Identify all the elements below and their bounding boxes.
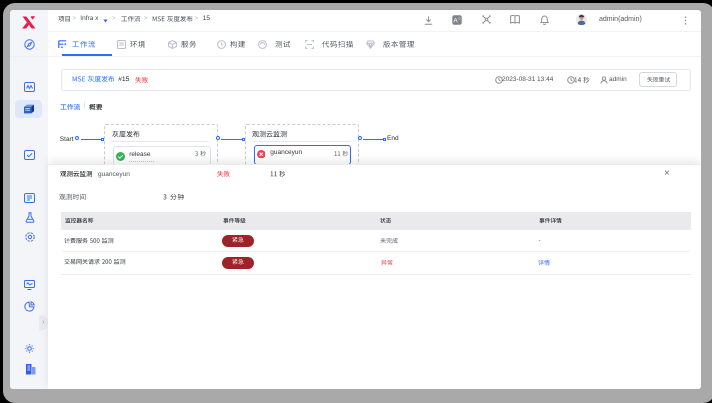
svg-text:c: c [459,15,461,20]
